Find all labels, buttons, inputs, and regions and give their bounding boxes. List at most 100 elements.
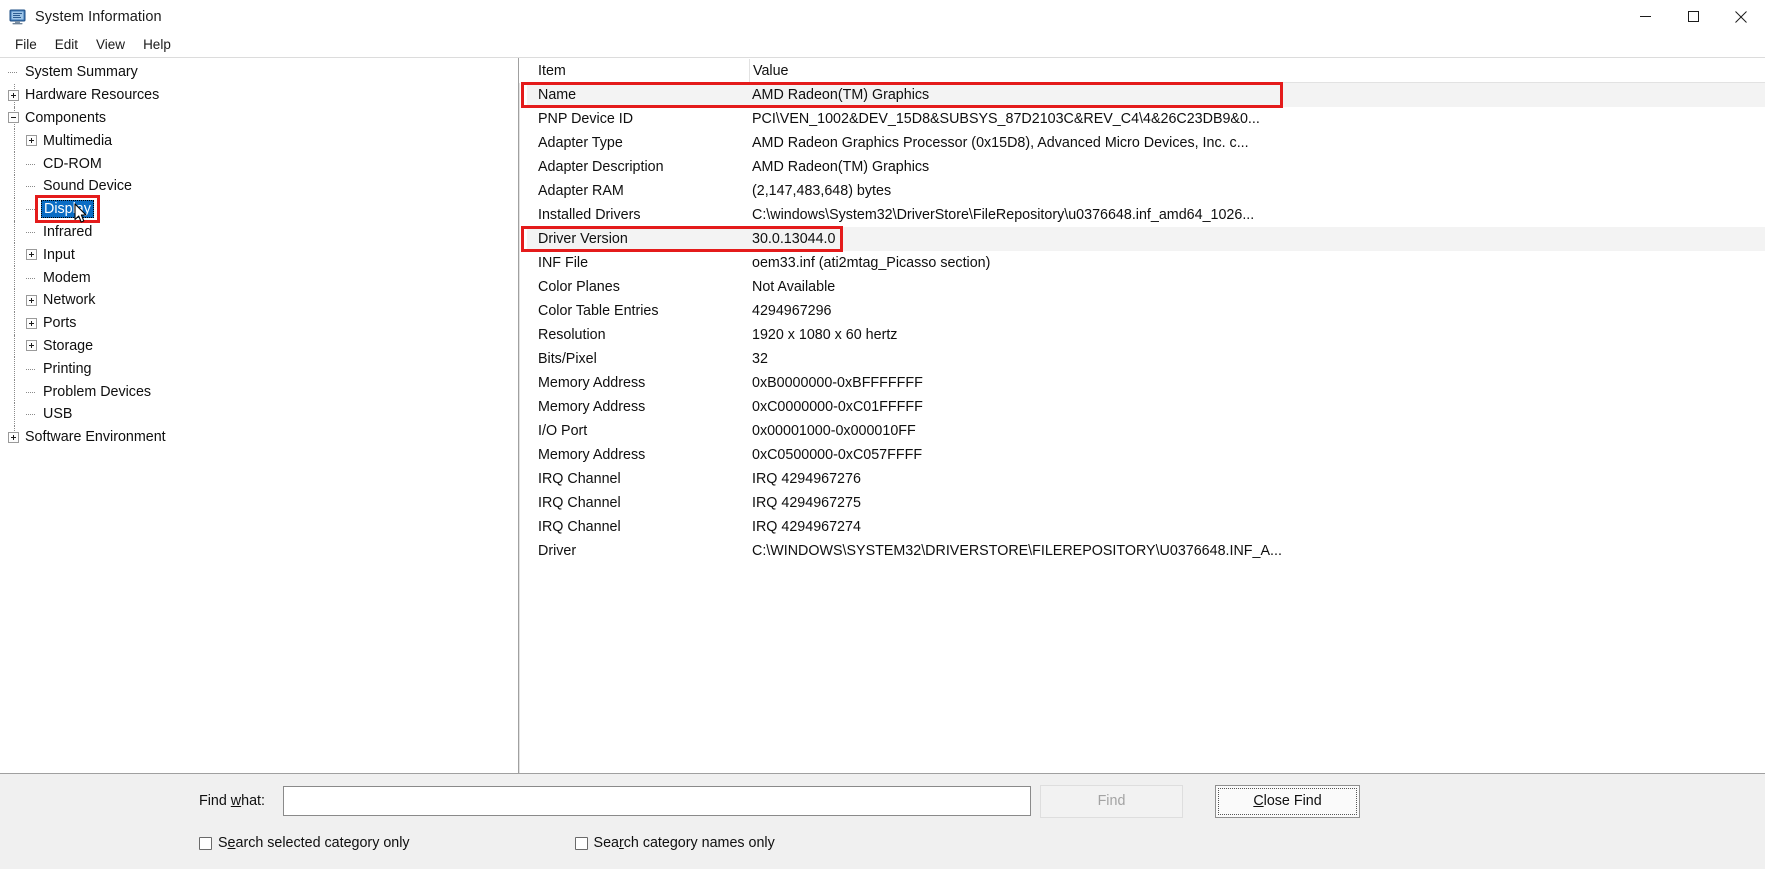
- table-row[interactable]: Driver C:\WINDOWS\SYSTEM32\DRIVERSTORE\FI…: [527, 539, 1765, 563]
- expand-icon[interactable]: [26, 340, 37, 352]
- table-row[interactable]: Bits/Pixel 32: [527, 347, 1765, 371]
- expand-icon[interactable]: [26, 249, 37, 261]
- tree-item-infrared[interactable]: Infrared: [0, 220, 518, 244]
- expand-icon[interactable]: [8, 431, 19, 443]
- tree-item-label: Components: [25, 109, 107, 126]
- tree-item-label: Ports: [43, 315, 77, 332]
- close-find-button[interactable]: Close Find: [1214, 784, 1360, 818]
- tree-branch-dash: [26, 186, 35, 188]
- find-row-primary: Find what: Find Close Find: [0, 774, 1765, 828]
- tree-branch-dash: [26, 368, 35, 370]
- table-row[interactable]: Memory Address 0xC0500000-0xC057FFFF: [527, 443, 1765, 467]
- table-cell-value: IRQ 4294967276: [752, 471, 861, 487]
- find-input[interactable]: [282, 786, 1031, 816]
- tree-item-label: USB: [43, 406, 73, 423]
- tree-item-label: Input: [43, 246, 75, 263]
- table-cell-item: I/O Port: [538, 423, 588, 439]
- tree-indent: [0, 220, 26, 244]
- tree-item-components[interactable]: Components: [0, 106, 518, 130]
- table-cell-value: 0xB0000000-0xBFFFFFFF: [752, 375, 923, 391]
- tree-item-printing[interactable]: Printing: [0, 357, 518, 381]
- tree-item-storage[interactable]: Storage: [0, 334, 518, 358]
- table-cell-item: Memory Address: [538, 375, 646, 391]
- minimize-button[interactable]: [1621, 0, 1669, 33]
- menu-file[interactable]: File: [6, 35, 46, 55]
- tree-item-multimedia[interactable]: Multimedia: [0, 129, 518, 153]
- find-button[interactable]: Find: [1039, 784, 1183, 818]
- tree-indent: [0, 288, 26, 312]
- table-row[interactable]: IRQ Channel IRQ 4294967274: [527, 515, 1765, 539]
- menu-help[interactable]: Help: [134, 35, 180, 55]
- table-row[interactable]: Color Table Entries 4294967296: [527, 299, 1765, 323]
- tree-item-cd-rom[interactable]: CD-ROM: [0, 152, 518, 175]
- expand-icon[interactable]: [26, 294, 37, 306]
- maximize-icon: [1687, 11, 1699, 22]
- close-button[interactable]: [1717, 0, 1765, 33]
- table-row[interactable]: Name AMD Radeon(TM) Graphics: [527, 83, 1765, 107]
- tree-item-label: Printing: [43, 360, 92, 377]
- tree-item-display[interactable]: Display: [0, 197, 518, 221]
- tree-indent: [0, 357, 26, 381]
- table-row[interactable]: Color Planes Not Available: [527, 275, 1765, 299]
- tree-item-label: Hardware Resources: [25, 87, 160, 104]
- tree-branch-dash: [26, 231, 35, 233]
- column-header-item[interactable]: Item: [527, 63, 749, 79]
- system-information-window: System Information File Edit View Help S…: [0, 0, 1765, 869]
- expand-icon[interactable]: [26, 135, 37, 147]
- tree-item-input[interactable]: Input: [0, 243, 518, 267]
- table-row[interactable]: Adapter Type AMD Radeon Graphics Processo…: [527, 131, 1765, 155]
- tree-item-label: Problem Devices: [43, 383, 152, 400]
- checkbox-box-icon[interactable]: [199, 836, 212, 850]
- table-row[interactable]: IRQ Channel IRQ 4294967276: [527, 467, 1765, 491]
- list-left-border: [519, 83, 520, 773]
- tree-item-hardware-resources[interactable]: Hardware Resources: [0, 83, 518, 107]
- menu-view[interactable]: View: [87, 35, 134, 55]
- table-cell-item: INF File: [538, 255, 589, 271]
- tree-item-usb[interactable]: USB: [0, 402, 518, 426]
- tree-indent: [0, 380, 26, 403]
- table-row[interactable]: INF File oem33.inf (ati2mtag_Picasso sect…: [527, 251, 1765, 275]
- tree-connector-line: [14, 266, 15, 289]
- table-row[interactable]: IRQ Channel IRQ 4294967275: [527, 491, 1765, 515]
- column-header-value[interactable]: Value: [750, 63, 1765, 79]
- collapse-icon[interactable]: [8, 112, 19, 124]
- tree-item-network[interactable]: Network: [0, 288, 518, 312]
- details-list[interactable]: Item Value Name AMD Radeon(TM) Graphics PN…: [519, 58, 1765, 773]
- tree-item-sound-device[interactable]: Sound Device: [0, 174, 518, 198]
- tree-connector-line: [14, 334, 15, 358]
- table-cell-value: IRQ 4294967275: [752, 495, 861, 511]
- checkbox-box-icon[interactable]: [574, 836, 588, 850]
- table-row[interactable]: Installed Drivers C:\windows\System32\Dri…: [527, 203, 1765, 227]
- table-row[interactable]: Resolution 1920 x 1080 x 60 hertz: [527, 323, 1765, 347]
- table-row[interactable]: I/O Port 0x00001000-0x000010FF: [527, 419, 1765, 443]
- table-row[interactable]: Memory Address 0xB0000000-0xBFFFFFFF: [527, 371, 1765, 395]
- table-row[interactable]: Driver Version 30.0.13044.0: [527, 227, 1765, 251]
- search-selected-category-label: Search selected category only: [218, 835, 410, 851]
- expand-icon[interactable]: [26, 317, 37, 329]
- tree-item-problem-devices[interactable]: Problem Devices: [0, 380, 518, 403]
- category-tree[interactable]: System Summary Hardware Resources Componen…: [0, 58, 519, 773]
- table-cell-item: IRQ Channel: [538, 519, 621, 535]
- tree-item-software-environment[interactable]: Software Environment: [0, 425, 518, 449]
- table-cell-value: Not Available: [752, 279, 836, 295]
- table-row[interactable]: Adapter Description AMD Radeon(TM) Graphi…: [527, 155, 1765, 179]
- find-bar: Find what: Find Close Find Search select…: [0, 773, 1765, 869]
- menu-edit[interactable]: Edit: [46, 35, 87, 55]
- table-cell-value: 32: [752, 351, 768, 367]
- maximize-button[interactable]: [1669, 0, 1717, 33]
- table-cell-value: (2,147,483,648) bytes: [752, 183, 892, 199]
- table-cell-item: Memory Address: [538, 399, 646, 415]
- expand-icon[interactable]: [8, 89, 19, 101]
- table-row[interactable]: Memory Address 0xC0000000-0xC01FFFFF: [527, 395, 1765, 419]
- tree-connector-line: [14, 243, 15, 267]
- tree-branch-dash: [26, 391, 35, 393]
- tree-branch-dash: [8, 72, 17, 74]
- table-row[interactable]: Adapter RAM (2,147,483,648) bytes: [527, 179, 1765, 203]
- tree-item-ports[interactable]: Ports: [0, 311, 518, 335]
- tree-item-system-summary[interactable]: System Summary: [0, 61, 518, 84]
- tree-item-modem[interactable]: Modem: [0, 266, 518, 289]
- search-category-names-checkbox[interactable]: Search category names only: [574, 835, 775, 851]
- search-selected-category-checkbox[interactable]: Search selected category only: [199, 835, 410, 851]
- table-cell-value: 30.0.13044.0: [752, 231, 836, 247]
- table-row[interactable]: PNP Device ID PCI\VEN_1002&DEV_15D8&SUBSY…: [527, 107, 1765, 131]
